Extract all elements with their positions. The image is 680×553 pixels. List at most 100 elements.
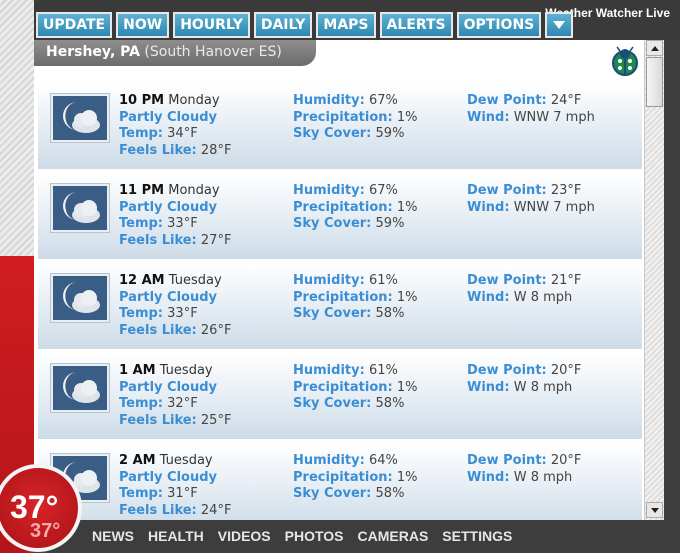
humidity-value: 61% <box>368 363 398 378</box>
scroll-up-button[interactable] <box>646 40 663 56</box>
feels-like-label: Feels Like: <box>119 142 197 158</box>
partly-cloudy-night-icon <box>50 363 110 413</box>
bottom-nav: NEWS HEALTH VIDEOS PHOTOS CAMERAS SETTIN… <box>92 528 512 544</box>
nav-update-button[interactable]: UPDATE <box>36 12 113 38</box>
hour-time: 1 AM <box>119 363 156 378</box>
precipitation-label: Precipitation: <box>293 199 393 215</box>
precipitation-value: 1% <box>396 469 418 485</box>
hour-condition: Partly Cloudy <box>119 199 217 215</box>
chevron-up-icon <box>650 45 659 51</box>
precipitation-value: 1% <box>396 289 418 305</box>
sky-cover-value: 59% <box>375 126 405 141</box>
feels-like-value: 28°F <box>200 142 232 158</box>
list-item: 11 PM Monday Partly Cloudy Temp: 33°F Fe… <box>38 173 642 259</box>
hour-day: Tuesday <box>168 273 222 288</box>
temp-value: 32°F <box>167 396 198 411</box>
list-item: 10 PM Monday Partly Cloudy Temp: 34°F Fe… <box>38 83 642 169</box>
sky-cover-label: Sky Cover: <box>293 486 372 501</box>
hour-time: 12 AM <box>119 273 165 288</box>
feels-like-value: 24°F <box>200 502 232 518</box>
sky-cover-label: Sky Cover: <box>293 126 372 141</box>
nav-videos-link[interactable]: VIDEOS <box>218 528 271 544</box>
humidity-label: Humidity: <box>293 363 365 378</box>
location-tab: Hershey, PA (South Hanover ES) <box>34 40 316 66</box>
nav-maps-button[interactable]: MAPS <box>316 12 376 38</box>
hour-time: 11 PM <box>119 183 165 198</box>
temp-label: Temp: <box>119 126 164 141</box>
wind-value: W 8 mph <box>513 469 573 485</box>
temp-value: 33°F <box>167 306 198 321</box>
main-nav: UPDATE NOW HOURLY DAILY MAPS ALERTS OPTI… <box>36 12 574 38</box>
partly-cloudy-night-icon <box>50 273 110 323</box>
feels-like-value: 25°F <box>200 412 232 428</box>
sky-cover-value: 58% <box>375 306 405 321</box>
nav-news-link[interactable]: NEWS <box>92 528 134 544</box>
nav-options-button[interactable]: OPTIONS <box>456 12 542 38</box>
scroll-thumb[interactable] <box>646 57 663 107</box>
dew-point-value: 20°F <box>550 453 582 468</box>
hour-day: Tuesday <box>159 363 213 378</box>
hour-condition: Partly Cloudy <box>119 469 217 485</box>
list-item: 2 AM Tuesday Partly Cloudy Temp: 31°F Fe… <box>38 443 642 520</box>
feels-like-value: 26°F <box>200 322 232 338</box>
nav-settings-link[interactable]: SETTINGS <box>442 528 512 544</box>
dew-point-label: Dew Point: <box>467 183 547 198</box>
left-decorative-strip <box>0 0 34 260</box>
nav-health-link[interactable]: HEALTH <box>148 528 204 544</box>
sky-cover-label: Sky Cover: <box>293 396 372 411</box>
list-item: 12 AM Tuesday Partly Cloudy Temp: 33°F F… <box>38 263 642 349</box>
humidity-value: 61% <box>368 273 398 288</box>
list-item: 1 AM Tuesday Partly Cloudy Temp: 32°F Fe… <box>38 353 642 439</box>
feels-like-label: Feels Like: <box>119 322 197 338</box>
scroll-down-button[interactable] <box>646 502 663 518</box>
hour-day: Tuesday <box>159 453 213 468</box>
sky-cover-value: 58% <box>375 396 405 411</box>
sky-cover-value: 58% <box>375 486 405 501</box>
wind-label: Wind: <box>467 379 510 395</box>
precipitation-value: 1% <box>396 199 418 215</box>
wind-value: WNW 7 mph <box>513 109 595 125</box>
hour-condition: Partly Cloudy <box>119 289 217 305</box>
humidity-label: Humidity: <box>293 93 365 108</box>
location-station: (South Hanover ES) <box>144 44 282 60</box>
temp-label: Temp: <box>119 486 164 501</box>
dew-point-value: 20°F <box>550 363 582 378</box>
humidity-label: Humidity: <box>293 273 365 288</box>
hour-condition: Partly Cloudy <box>119 379 217 395</box>
dew-point-label: Dew Point: <box>467 273 547 288</box>
dew-point-label: Dew Point: <box>467 93 547 108</box>
partly-cloudy-night-icon <box>50 183 110 233</box>
temp-label: Temp: <box>119 306 164 321</box>
current-feels-like: 37° <box>30 520 61 542</box>
wind-value: W 8 mph <box>513 379 573 395</box>
humidity-value: 67% <box>368 183 398 198</box>
nav-cameras-link[interactable]: CAMERAS <box>358 528 429 544</box>
location-name: Hershey, PA <box>46 44 140 60</box>
humidity-label: Humidity: <box>293 183 365 198</box>
hour-time: 10 PM <box>119 93 165 108</box>
chevron-down-icon <box>650 507 659 513</box>
ladybug-icon[interactable] <box>610 46 640 76</box>
vertical-scrollbar[interactable] <box>644 40 664 520</box>
wind-label: Wind: <box>467 199 510 215</box>
nav-more-button[interactable] <box>545 12 574 38</box>
nav-hourly-button[interactable]: HOURLY <box>173 12 250 38</box>
chevron-down-icon <box>553 21 566 29</box>
sky-cover-value: 59% <box>375 216 405 231</box>
wind-label: Wind: <box>467 109 510 125</box>
dew-point-label: Dew Point: <box>467 363 547 378</box>
precipitation-label: Precipitation: <box>293 109 393 125</box>
sky-cover-label: Sky Cover: <box>293 306 372 321</box>
nav-photos-link[interactable]: PHOTOS <box>285 528 344 544</box>
dew-point-value: 23°F <box>550 183 582 198</box>
feels-like-label: Feels Like: <box>119 412 197 428</box>
nav-alerts-button[interactable]: ALERTS <box>379 12 453 38</box>
hour-condition: Partly Cloudy <box>119 109 217 125</box>
temp-value: 31°F <box>167 486 198 501</box>
humidity-value: 67% <box>368 93 398 108</box>
nav-now-button[interactable]: NOW <box>116 12 170 38</box>
nav-daily-button[interactable]: DAILY <box>253 12 313 38</box>
precipitation-value: 1% <box>396 109 418 125</box>
hour-time: 2 AM <box>119 453 156 468</box>
precipitation-label: Precipitation: <box>293 289 393 305</box>
